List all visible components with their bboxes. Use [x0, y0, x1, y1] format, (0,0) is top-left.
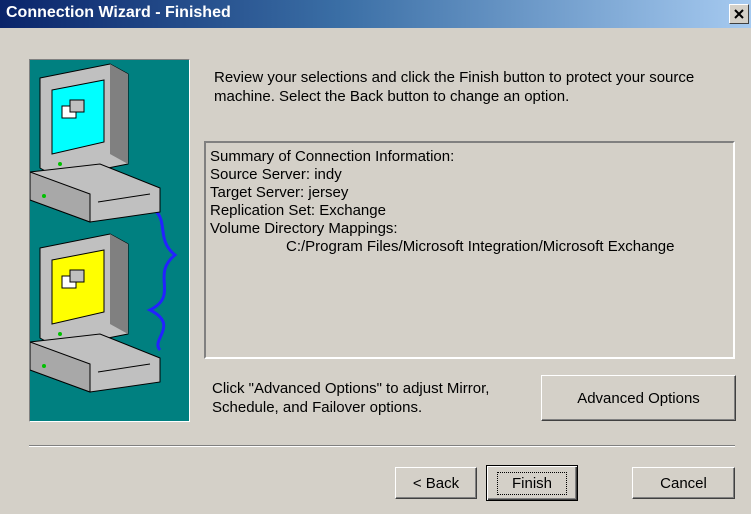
summary-source-server: Source Server: indy	[210, 166, 342, 183]
cancel-button[interactable]: Cancel	[632, 467, 735, 499]
intro-text: Review your selections and click the Fin…	[214, 69, 695, 105]
network-cable-icon	[129, 198, 178, 352]
title-bar: Connection Wizard - Finished	[0, 0, 751, 28]
connection-summary: Summary of Connection Information: Sourc…	[204, 141, 735, 359]
advanced-options-hint: Click "Advanced Options" to adjust Mirro…	[212, 380, 490, 416]
summary-heading: Summary of Connection Information:	[210, 148, 455, 165]
finish-button-label: Finish	[496, 471, 567, 495]
wizard-illustration-panel	[29, 59, 190, 422]
separator	[29, 445, 735, 447]
back-button[interactable]: < Back	[395, 467, 477, 499]
summary-target-server: Target Server: jersey	[210, 184, 349, 201]
computer-icon	[30, 233, 161, 393]
computers-illustration	[30, 63, 178, 393]
advanced-options-button[interactable]: Advanced Options	[541, 375, 736, 421]
summary-replication-set: Replication Set: Exchange	[210, 202, 386, 219]
finish-button[interactable]: Finish	[486, 465, 578, 501]
summary-volume-mapping: C:/Program Files/Microsoft Integration/M…	[286, 238, 675, 255]
window-title: Connection Wizard - Finished	[6, 4, 231, 21]
close-icon	[734, 9, 744, 19]
summary-volume-mappings-label: Volume Directory Mappings:	[210, 220, 398, 237]
close-button[interactable]	[729, 4, 749, 24]
computer-icon	[30, 63, 161, 223]
